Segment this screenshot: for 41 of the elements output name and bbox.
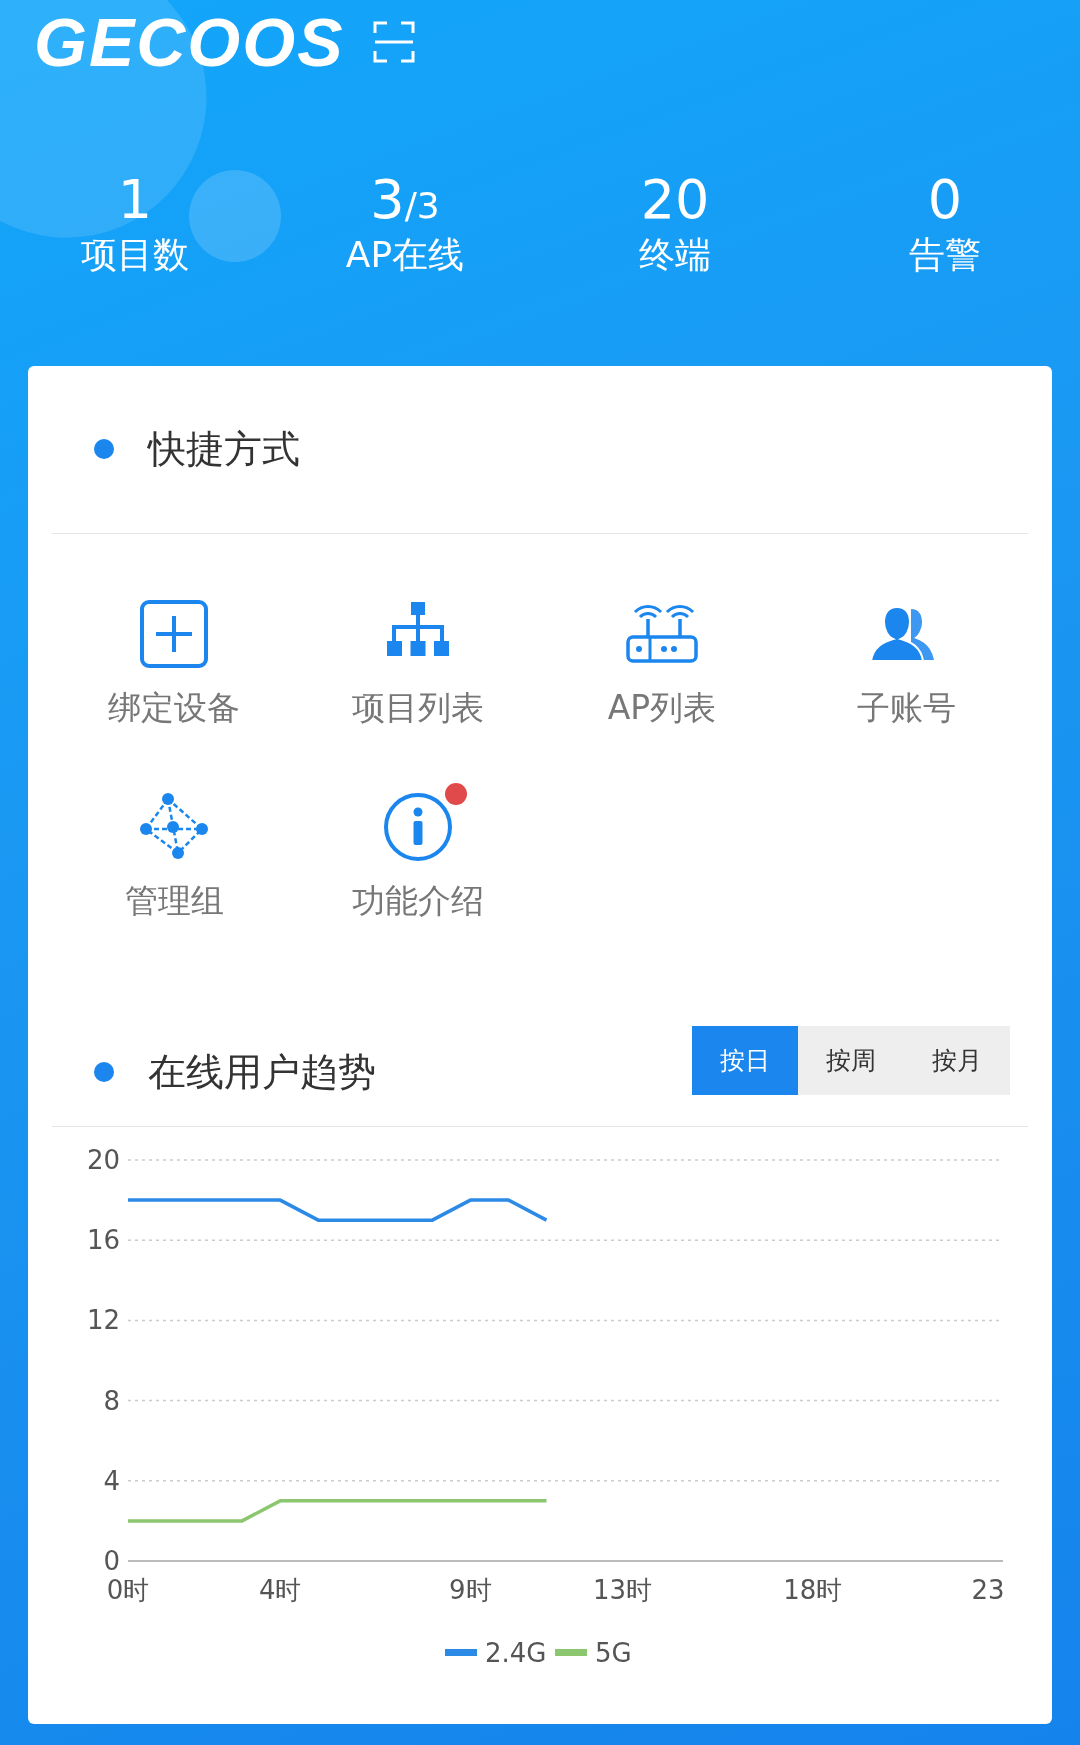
axis-label: 20 [86,1144,120,1175]
stat-label: 告警 [909,233,981,277]
axis-label: 4 [103,1465,120,1496]
shortcut-button[interactable]: 子账号 [836,585,976,731]
scan-icon[interactable] [372,21,415,63]
axis-label: 0 [103,1545,120,1576]
section-title: 在线用户趋势 [148,1048,376,1096]
shortcut-button[interactable]: 绑定设备 [88,585,260,731]
axis-label: 16 [86,1224,120,1255]
bullet-dot-icon [94,439,114,460]
axis-label: 0时 [106,1574,150,1605]
shortcut-button[interactable]: AP列表 [587,585,737,731]
bullet-dot-icon [94,1062,114,1083]
info-icon [383,791,453,862]
axis-label: 23 [971,1574,1005,1605]
axis-label: 8 [103,1385,120,1416]
legend-label: 5G [595,1637,632,1668]
shortcut-button[interactable]: 项目列表 [332,585,504,731]
router-icon [626,602,698,665]
axis-label: 9时 [449,1574,492,1605]
stat-value: 1 [117,170,153,230]
legend-swatch [445,1648,477,1656]
axis-label: 18时 [783,1574,843,1605]
stat-label: 终端 [639,233,711,277]
stat-label: 项目数 [81,233,189,277]
stat-value: 0 [927,170,963,230]
legend-label: 2.4G [485,1637,547,1668]
plus-square-icon [139,598,209,669]
period-tab[interactable]: 按日 [692,1025,798,1095]
logo: GECOOS [34,8,345,76]
shortcut-button[interactable]: 功能介绍 [332,778,504,924]
axis-label: 13时 [593,1574,653,1605]
legend-swatch [555,1648,587,1656]
section-title: 快捷方式 [148,425,300,473]
stat-value: 3/3 [370,170,440,230]
axis-label: 12 [86,1305,120,1335]
network-icon [138,792,210,861]
axis-label: 4时 [258,1574,302,1605]
shortcut-button[interactable]: 管理组 [104,778,244,924]
stat-value: 20 [640,170,710,230]
stat-label: AP在线 [345,233,465,277]
